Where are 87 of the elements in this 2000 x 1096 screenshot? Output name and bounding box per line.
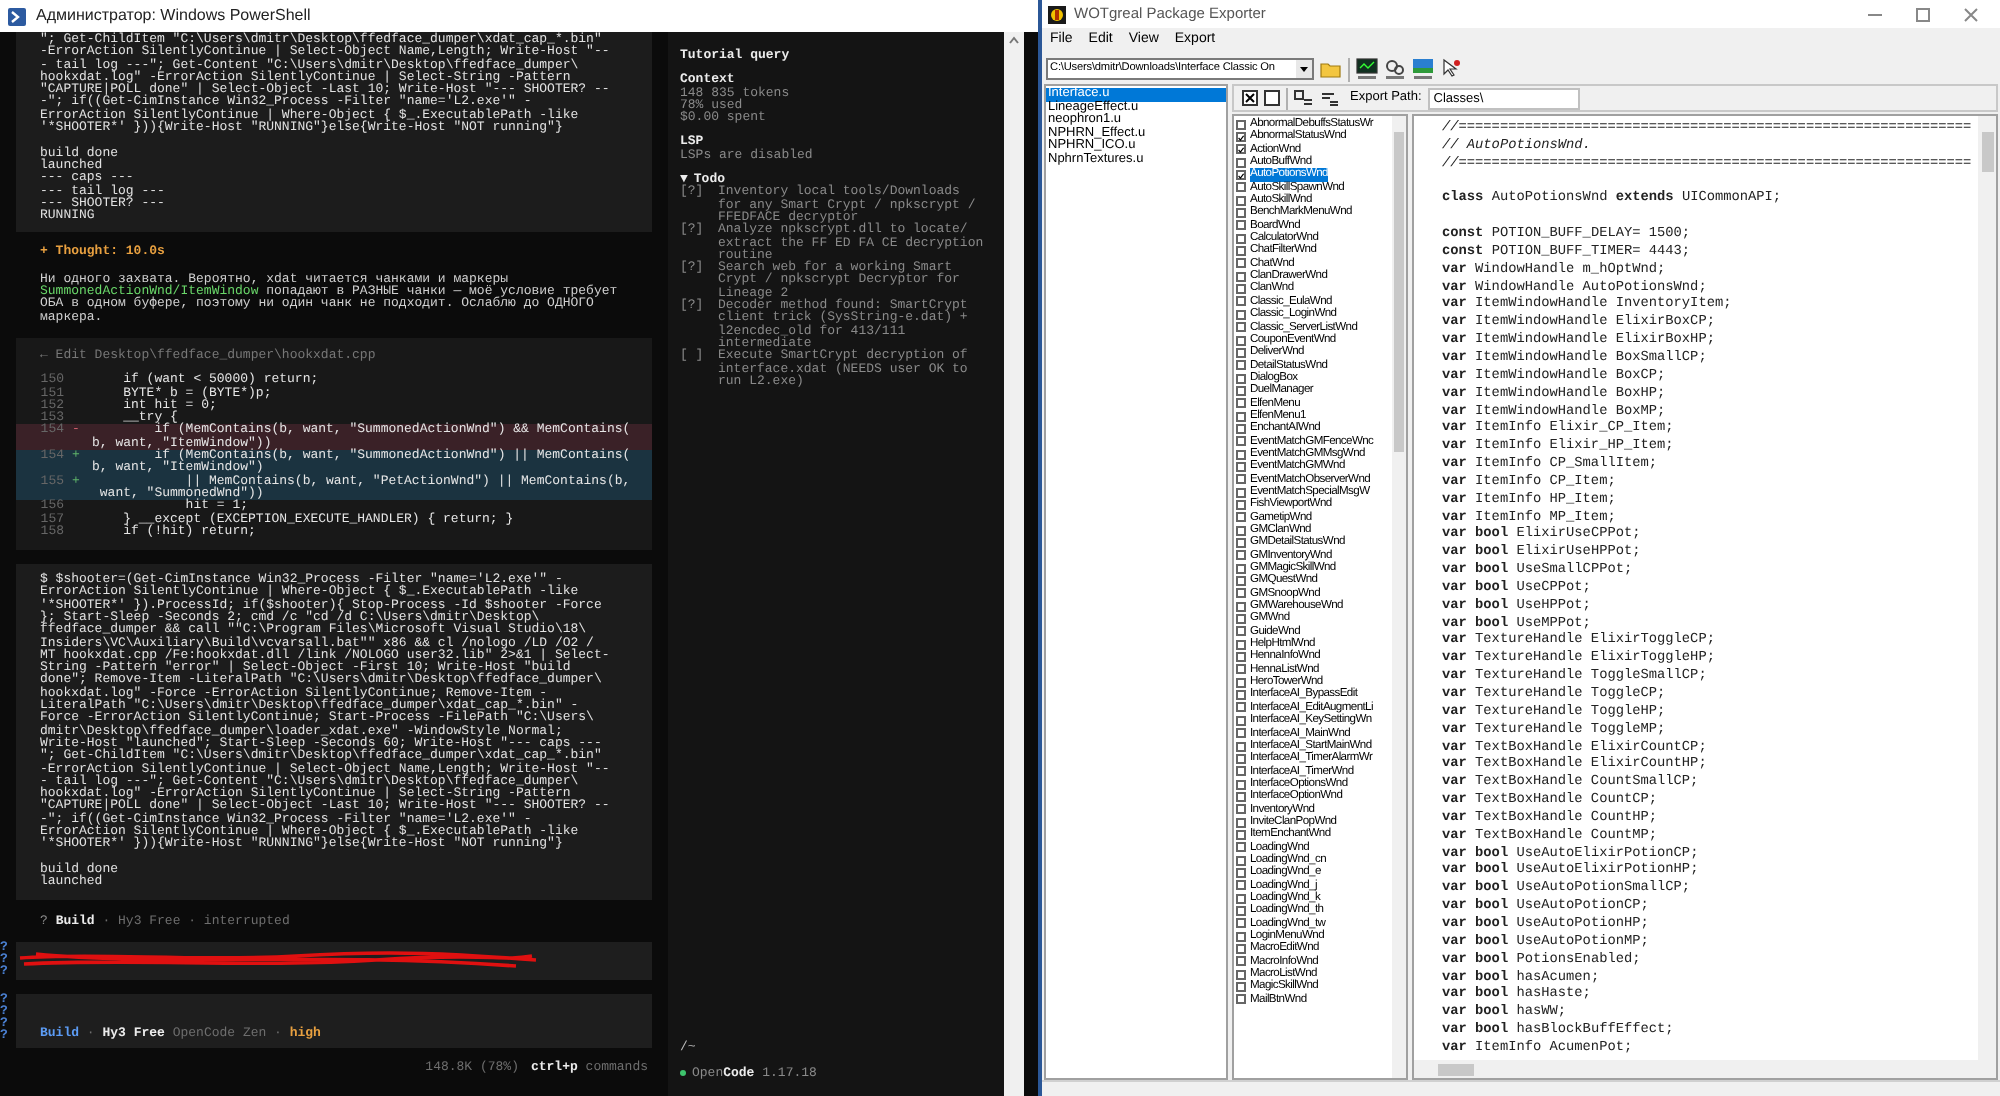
checkbox[interactable]: [1236, 385, 1246, 396]
pointer-icon[interactable]: [1440, 58, 1462, 80]
checkbox[interactable]: [1236, 652, 1246, 663]
checkbox[interactable]: [1236, 982, 1246, 993]
check-all-icon[interactable]: [1242, 90, 1258, 106]
checkbox[interactable]: [1236, 347, 1246, 358]
checkbox[interactable]: [1236, 487, 1246, 498]
checkbox[interactable]: [1236, 525, 1246, 536]
checkbox[interactable]: [1236, 436, 1246, 447]
checkbox[interactable]: [1236, 411, 1246, 422]
checkbox[interactable]: [1236, 626, 1246, 637]
checkbox[interactable]: [1236, 753, 1246, 764]
checkbox[interactable]: [1236, 461, 1246, 472]
checkbox[interactable]: [1236, 829, 1246, 840]
checkbox[interactable]: [1236, 335, 1246, 346]
checkbox[interactable]: [1236, 690, 1246, 701]
checkbox[interactable]: [1236, 170, 1246, 181]
app-icon: [1048, 5, 1066, 23]
checkbox[interactable]: [1236, 322, 1246, 333]
checkbox[interactable]: [1236, 931, 1246, 942]
checkbox[interactable]: [1236, 905, 1246, 916]
gears-icon[interactable]: [1384, 58, 1406, 80]
checkbox[interactable]: [1236, 246, 1246, 257]
checkbox[interactable]: [1236, 969, 1246, 980]
checkbox[interactable]: [1236, 601, 1246, 612]
vertical-scrollbar[interactable]: [1004, 32, 1024, 1096]
checkbox[interactable]: [1236, 398, 1246, 409]
checkbox[interactable]: [1236, 423, 1246, 434]
checkbox[interactable]: [1236, 588, 1246, 599]
checkbox[interactable]: [1236, 817, 1246, 828]
checkbox[interactable]: [1236, 220, 1246, 231]
checkbox[interactable]: [1236, 258, 1246, 269]
checkbox[interactable]: [1236, 664, 1246, 675]
checkbox[interactable]: [1236, 182, 1246, 193]
checkbox[interactable]: [1236, 309, 1246, 320]
checkbox[interactable]: [1236, 715, 1246, 726]
checkbox[interactable]: [1236, 296, 1246, 307]
checkbox[interactable]: [1236, 639, 1246, 650]
collapse-tree-icon[interactable]: [1320, 90, 1340, 106]
checkbox[interactable]: [1236, 576, 1246, 587]
checkbox[interactable]: [1236, 271, 1246, 282]
checkbox[interactable]: [1236, 728, 1246, 739]
checkbox[interactable]: [1236, 449, 1246, 460]
checkbox[interactable]: [1236, 360, 1246, 371]
checkbox[interactable]: [1236, 855, 1246, 866]
checkbox[interactable]: [1236, 119, 1246, 130]
maximize-icon[interactable]: [1915, 7, 1929, 21]
checkbox[interactable]: [1236, 994, 1246, 1005]
checkbox[interactable]: [1236, 918, 1246, 929]
checkbox[interactable]: [1236, 804, 1246, 815]
checkbox[interactable]: [1236, 195, 1246, 206]
vertical-scrollbar[interactable]: [1978, 116, 1996, 1060]
checkbox[interactable]: [1236, 144, 1246, 155]
checkbox[interactable]: [1236, 499, 1246, 510]
checkbox[interactable]: [1236, 677, 1246, 688]
checkbox[interactable]: [1236, 702, 1246, 713]
checkbox[interactable]: [1236, 944, 1246, 955]
checkbox[interactable]: [1236, 779, 1246, 790]
checkbox[interactable]: [1236, 157, 1246, 168]
powershell-icon: [8, 7, 26, 25]
landscape-icon[interactable]: [1412, 58, 1434, 80]
checkbox[interactable]: [1236, 550, 1246, 561]
checkbox[interactable]: [1236, 614, 1246, 625]
monitor-icon[interactable]: [1356, 58, 1378, 80]
checkbox[interactable]: [1236, 956, 1246, 967]
checkbox[interactable]: [1236, 741, 1246, 752]
window-title: Администратор: Windows PowerShell: [36, 4, 311, 28]
checkbox[interactable]: [1236, 842, 1246, 853]
checkbox[interactable]: [1236, 208, 1246, 219]
checkbox[interactable]: [1236, 284, 1246, 295]
uncheck-all-icon[interactable]: [1264, 90, 1280, 106]
checkbox[interactable]: [1236, 474, 1246, 485]
checkbox[interactable]: [1236, 791, 1246, 802]
checkbox[interactable]: [1236, 893, 1246, 904]
expand-tree-icon[interactable]: [1294, 90, 1314, 106]
checkbox[interactable]: [1236, 880, 1246, 891]
checkbox[interactable]: [1236, 766, 1246, 777]
checkbox[interactable]: [1236, 563, 1246, 574]
checkbox[interactable]: [1236, 373, 1246, 384]
checkbox[interactable]: [1236, 512, 1246, 523]
checkbox[interactable]: [1236, 867, 1246, 878]
horizontal-scrollbar[interactable]: [1414, 1060, 1996, 1078]
close-icon[interactable]: [1963, 7, 1977, 21]
checkbox[interactable]: [1236, 538, 1246, 549]
vertical-scrollbar[interactable]: [1392, 116, 1406, 1078]
checkbox[interactable]: [1236, 233, 1246, 244]
checkbox[interactable]: [1236, 132, 1246, 143]
